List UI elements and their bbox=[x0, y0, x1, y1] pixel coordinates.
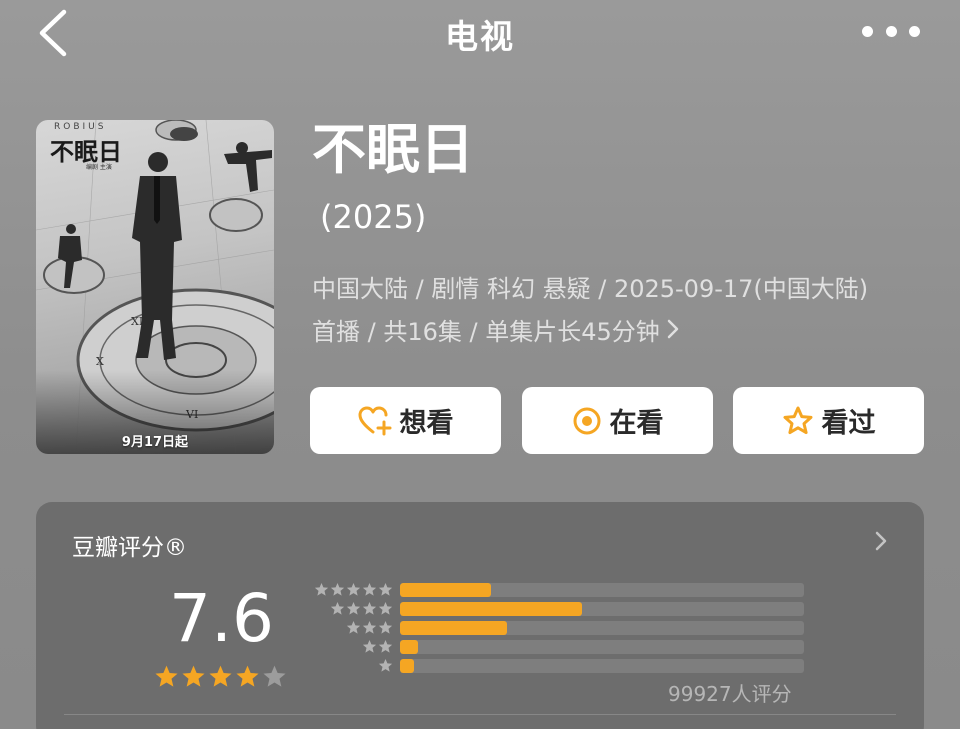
rating-bar-track bbox=[400, 659, 804, 673]
rating-row-stars bbox=[378, 658, 393, 672]
target-icon bbox=[573, 407, 600, 434]
page-title: 电视 bbox=[445, 17, 515, 56]
rating-bar-track bbox=[400, 621, 804, 635]
star-small-icon bbox=[378, 601, 393, 615]
watched-button[interactable]: 看过 bbox=[733, 387, 924, 454]
rating-score: 7.6 bbox=[169, 580, 274, 657]
want-to-watch-label: 想看 bbox=[399, 408, 454, 439]
poster-artwork: XIIVIXI bbox=[36, 120, 274, 454]
rating-card[interactable]: 豆瓣评分® 7.6 99927人评分 bbox=[36, 502, 924, 729]
star-outline-icon bbox=[783, 406, 812, 434]
show-meta-text: 首播 / 共16集 / 单集片长45分钟 bbox=[312, 318, 660, 346]
star-filled-icon bbox=[209, 665, 232, 687]
rating-bar-fill bbox=[400, 659, 415, 673]
rating-distribution-row bbox=[306, 658, 806, 673]
star-small-icon bbox=[362, 620, 377, 634]
star-small-icon bbox=[346, 601, 361, 615]
star-small-icon bbox=[378, 620, 393, 634]
chevron-right-icon bbox=[666, 311, 680, 354]
rating-count: 99927人评分 bbox=[668, 682, 792, 706]
star-small-icon bbox=[378, 639, 393, 653]
rating-bar-fill bbox=[400, 583, 491, 597]
rating-stars bbox=[154, 664, 287, 689]
chevron-right-icon[interactable] bbox=[874, 530, 888, 552]
show-meta-line: 首播 / 共16集 / 单集片长45分钟 bbox=[312, 311, 932, 354]
star-filled-icon bbox=[155, 665, 178, 687]
rating-heading: 豆瓣评分® bbox=[72, 535, 187, 561]
rating-distribution-row bbox=[306, 639, 806, 654]
watching-button[interactable]: 在看 bbox=[522, 387, 713, 454]
poster-release-date: 9月17日起 bbox=[121, 435, 189, 450]
rating-distribution-row bbox=[306, 601, 806, 616]
rating-row-stars bbox=[362, 639, 393, 653]
rating-bar-fill bbox=[400, 621, 508, 635]
rating-row-stars bbox=[346, 620, 393, 634]
more-dot-icon bbox=[862, 25, 873, 37]
rating-bar-fill bbox=[400, 602, 582, 616]
poster-image[interactable]: XIIVIXI ROBIUS 不眠日 编剧 主演 9月17日起 bbox=[36, 120, 274, 454]
heart-plus-icon bbox=[358, 406, 391, 435]
star-small-icon bbox=[378, 658, 393, 672]
star-small-icon bbox=[362, 601, 377, 615]
star-small-icon bbox=[378, 582, 393, 596]
divider bbox=[64, 714, 896, 715]
rating-bar-track bbox=[400, 583, 804, 597]
show-title: 不眠日 bbox=[312, 118, 474, 181]
rating-distribution bbox=[306, 582, 806, 682]
star-filled-icon bbox=[236, 665, 259, 687]
rating-row-stars bbox=[330, 601, 393, 615]
star-small-icon bbox=[346, 582, 361, 596]
star-empty-icon bbox=[263, 665, 286, 687]
rating-bar-track bbox=[400, 640, 804, 654]
star-small-icon bbox=[346, 620, 361, 634]
show-meta-line: 中国大陆 / 剧情 科幻 悬疑 / 2025-09-17(中国大陆) bbox=[312, 275, 869, 303]
star-small-icon bbox=[330, 601, 345, 615]
more-dot-icon bbox=[909, 25, 920, 37]
watching-label: 在看 bbox=[609, 408, 664, 439]
star-small-icon bbox=[362, 639, 377, 653]
poster-brand: ROBIUS bbox=[54, 122, 107, 132]
show-year: (2025) bbox=[320, 198, 427, 236]
rating-row-stars bbox=[314, 582, 393, 596]
star-filled-icon bbox=[182, 665, 205, 687]
poster-subtitle: 编剧 主演 bbox=[86, 164, 112, 171]
nav-bar: 电视 bbox=[0, 0, 960, 68]
more-options-button[interactable] bbox=[862, 20, 920, 42]
more-dot-icon bbox=[885, 25, 897, 37]
star-small-icon bbox=[362, 582, 377, 596]
rating-bar-track bbox=[400, 602, 804, 616]
svg-text:X: X bbox=[96, 355, 104, 368]
want-to-watch-button[interactable]: 想看 bbox=[310, 387, 501, 454]
rating-distribution-row bbox=[306, 620, 806, 635]
star-small-icon bbox=[314, 582, 329, 596]
watched-label: 看过 bbox=[821, 408, 876, 439]
rating-bar-fill bbox=[400, 640, 419, 654]
rating-distribution-row bbox=[306, 582, 806, 597]
action-buttons: 想看 在看 看过 bbox=[310, 387, 925, 455]
show-meta[interactable]: 中国大陆 / 剧情 科幻 悬疑 / 2025-09-17(中国大陆) 首播 / … bbox=[312, 268, 932, 354]
star-small-icon bbox=[330, 582, 345, 596]
